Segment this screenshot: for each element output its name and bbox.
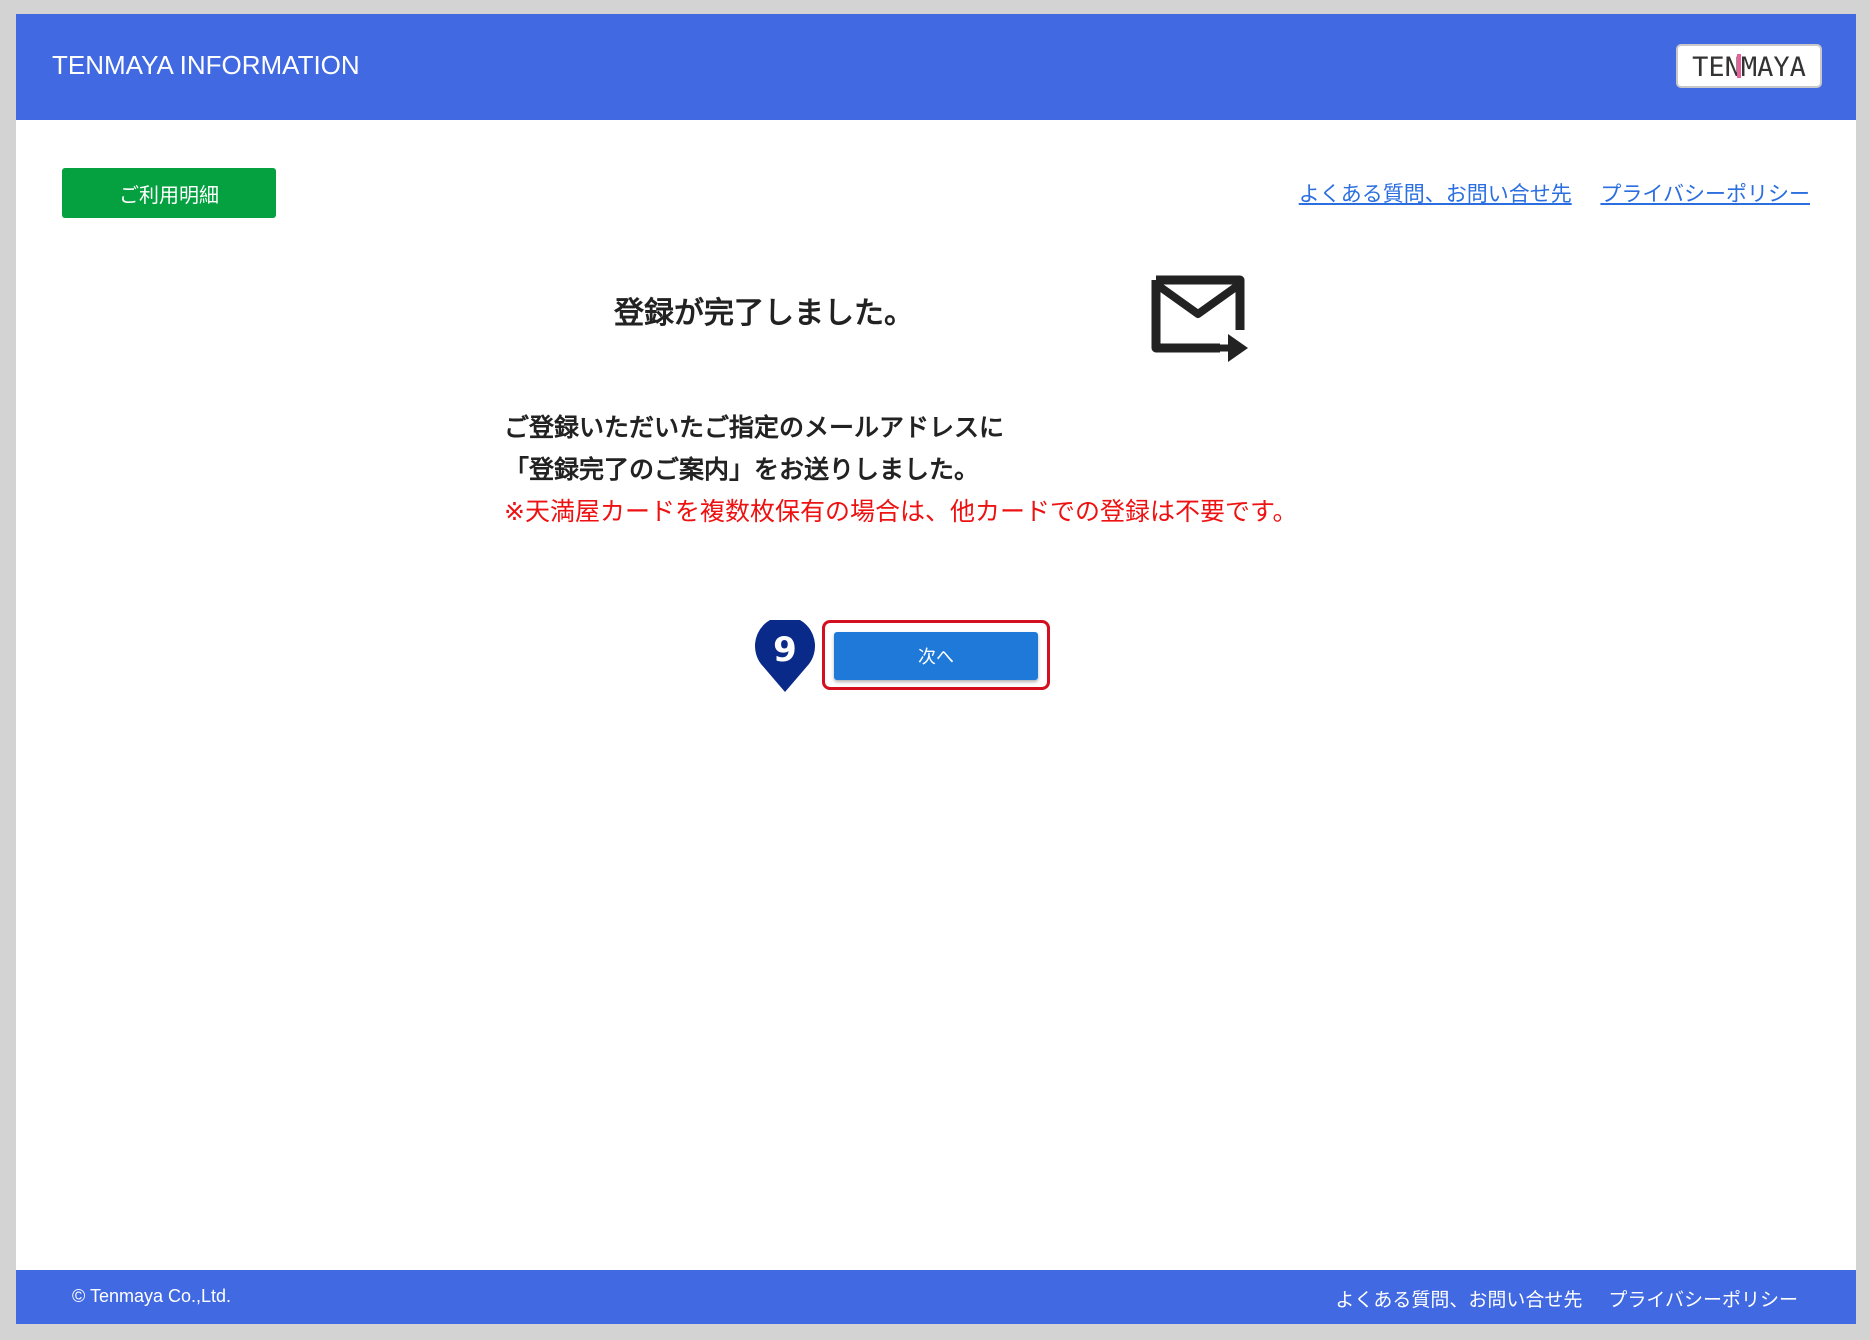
tenmaya-logo: TENMAYA: [1676, 44, 1822, 88]
footer-faq-link[interactable]: よくある質問、お問い合せ先: [1335, 1289, 1582, 1311]
copyright: © Tenmaya Co.,Ltd.: [72, 1286, 232, 1306]
page-frame: TENMAYA INFORMATION TENMAYA ご利用明細 よくある質問…: [16, 14, 1856, 1324]
faq-link[interactable]: よくある質問、お問い合せ先: [1299, 182, 1572, 206]
svg-text:TENMAYA: TENMAYA: [1692, 52, 1806, 83]
page-title: 登録が完了しました。: [614, 296, 914, 331]
footer-links: よくある質問、お問い合せ先 プライバシーポリシー: [1315, 1285, 1798, 1312]
message-line-1: ご登録いただいたご指定のメールアドレスに: [504, 413, 1005, 442]
footer: © Tenmaya Co.,Ltd. よくある質問、お問い合せ先 プライバシーポ…: [16, 1270, 1856, 1324]
next-button[interactable]: 次へ: [834, 632, 1038, 680]
step-marker-number: 9: [773, 630, 797, 670]
top-links: よくある質問、お問い合せ先 プライバシーポリシー: [1277, 178, 1810, 208]
tenmaya-logo-icon: TENMAYA: [1692, 52, 1806, 83]
message-line-2: 「登録完了のご案内」をお送りしました。: [504, 455, 980, 484]
footer-privacy-policy-link[interactable]: プライバシーポリシー: [1608, 1289, 1798, 1311]
usage-details-button[interactable]: ご利用明細: [62, 168, 276, 218]
header: TENMAYA INFORMATION TENMAYA: [16, 14, 1856, 120]
privacy-policy-link[interactable]: プライバシーポリシー: [1600, 182, 1810, 206]
header-title: TENMAYA INFORMATION: [52, 50, 360, 80]
mail-forward-icon: [1151, 275, 1248, 362]
step-marker: 9: [755, 620, 815, 692]
multiple-card-notice: ※天満屋カードを複数枚保有の場合は、他カードでの登録は不要です。: [504, 497, 1298, 526]
